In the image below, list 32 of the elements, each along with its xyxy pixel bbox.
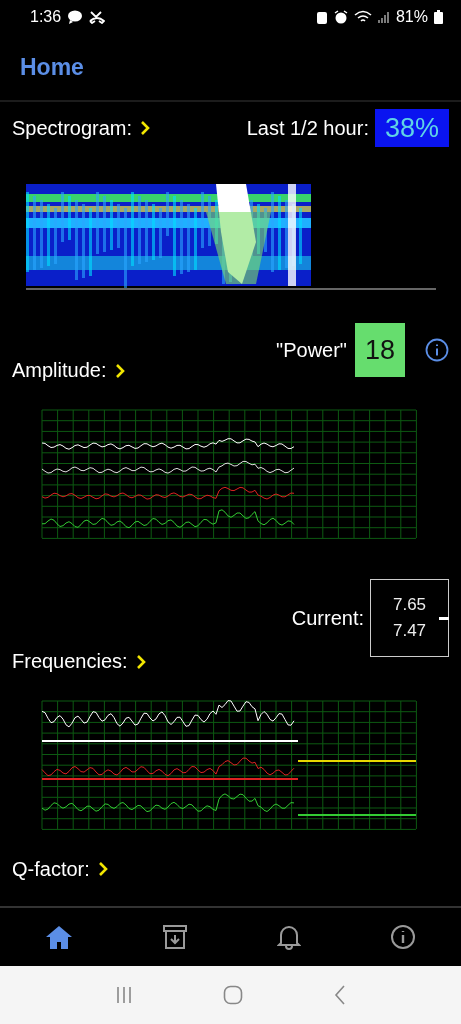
page-title: Home bbox=[20, 53, 84, 81]
current-value: 7.47 bbox=[392, 621, 427, 641]
chevron-icon bbox=[114, 363, 125, 378]
info-icon bbox=[390, 924, 417, 950]
chat-icon bbox=[67, 10, 84, 24]
reading-label: Current: bbox=[291, 606, 364, 630]
status-time: 1:36 bbox=[30, 8, 62, 26]
chevron-icon bbox=[135, 654, 146, 669]
chevron-icon bbox=[140, 121, 151, 135]
q-factor-link[interactable]: Q-factor: bbox=[12, 857, 108, 881]
amplitude-link[interactable]: Amplitude: bbox=[12, 359, 125, 382]
home-key-icon[interactable] bbox=[223, 985, 244, 1005]
missed-call-icon bbox=[89, 10, 106, 24]
alarm-icon bbox=[333, 10, 348, 24]
chevron-icon bbox=[97, 862, 108, 876]
archive-icon bbox=[161, 924, 188, 950]
reading-label: Last 1/2 hour: bbox=[246, 116, 369, 140]
reading-value: 18 bbox=[354, 323, 405, 377]
wifi-icon bbox=[353, 10, 372, 24]
reading-label: "Power" bbox=[276, 338, 347, 362]
back-icon[interactable] bbox=[333, 985, 346, 1005]
reading-value: 38% bbox=[374, 109, 449, 147]
battery-icon bbox=[434, 10, 443, 24]
signal-icon bbox=[377, 11, 390, 23]
battery-saver-icon bbox=[315, 10, 328, 24]
frequencies-link[interactable]: Frequencies: bbox=[12, 650, 146, 673]
spectrogram-link[interactable]: Spectrogram: bbox=[12, 116, 151, 140]
bell-icon bbox=[277, 924, 302, 950]
level-mark bbox=[439, 617, 449, 620]
battery-percent: 81% bbox=[395, 8, 428, 26]
current-value: 7.65 bbox=[392, 595, 427, 615]
home-icon bbox=[44, 924, 73, 950]
